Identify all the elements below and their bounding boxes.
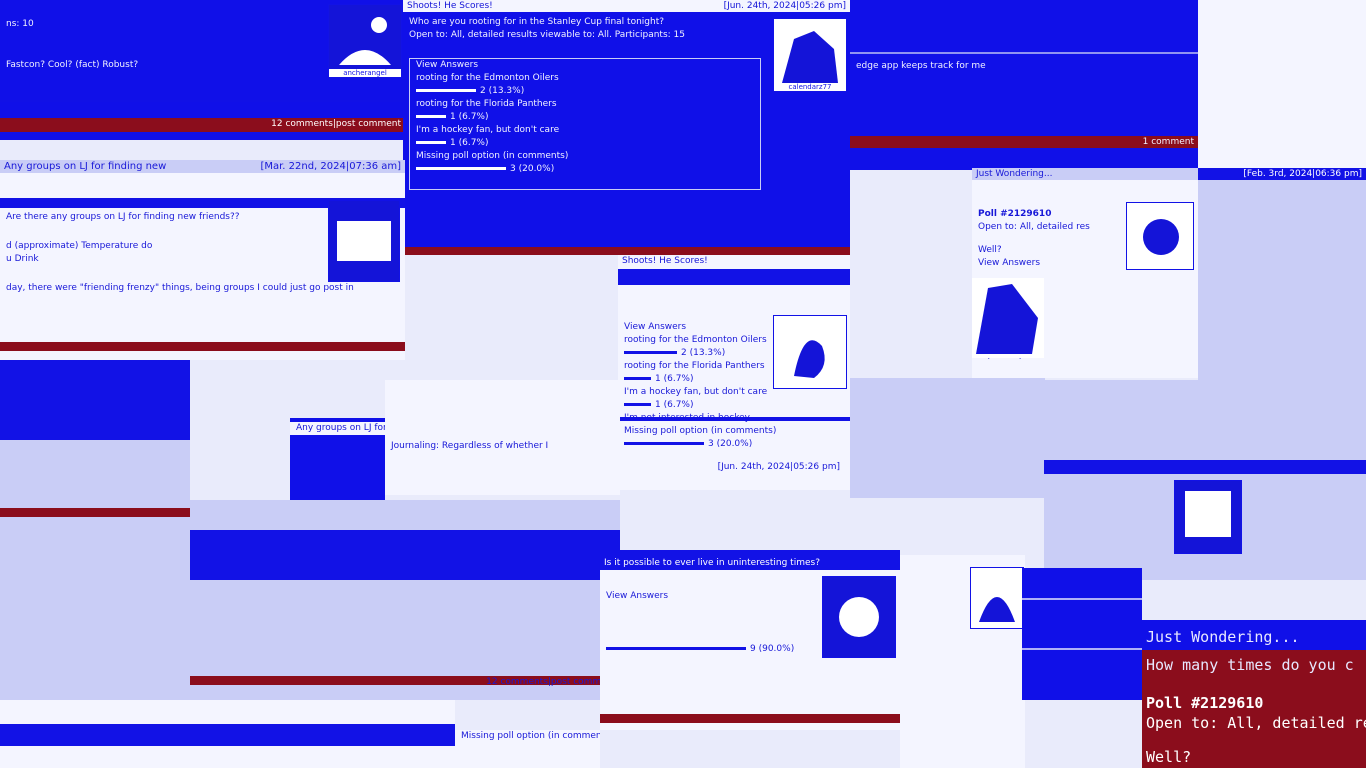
user-avatar[interactable] <box>773 315 847 389</box>
user-avatar[interactable] <box>1126 202 1194 270</box>
footer-bar: 12 comments|post comment <box>0 118 405 132</box>
footer-bar: 12 comments|post comment <box>190 676 620 687</box>
mini-screen <box>1022 568 1142 700</box>
poll-number: Poll #2129610 <box>1146 694 1264 712</box>
post-top-left: ns: 10 Fastcon? Cool? (fact) Robust? 12 … <box>0 0 405 140</box>
post-shoots: Shoots! He Scores! [Jun. 24th, 2024|05:2… <box>403 0 850 255</box>
post-title[interactable]: Just Wondering... <box>1142 620 1366 648</box>
divider <box>618 417 850 421</box>
post-groups-small: Any groups on LJ for finding new <box>290 418 385 508</box>
post-text: day, there were "friending frenzy" thing… <box>6 283 354 293</box>
poll-result: 3 (20.0%) <box>410 163 760 176</box>
post-left-lower <box>0 360 190 700</box>
header-bar <box>1044 460 1366 474</box>
user-avatar[interactable]: ancherangel <box>328 4 402 78</box>
post-title[interactable]: Is it possible to ever live in uninteres… <box>600 557 824 569</box>
post-text: edge app keeps track for me <box>856 61 986 71</box>
footer-bar <box>600 714 900 723</box>
poll-option: Missing poll option (in comments) <box>624 426 777 436</box>
post-title[interactable]: Shoots! He Scores! <box>622 256 708 266</box>
divider <box>850 52 1198 54</box>
post-title-bar: Shoots! He Scores! [Jun. 24th, 2024|05:2… <box>403 0 850 12</box>
poll-bar <box>416 167 506 170</box>
poll-box: View Answers rooting for the Edmonton Oi… <box>409 58 761 190</box>
post-title-bar: Just Wondering... <box>1142 620 1366 650</box>
header-bar <box>618 269 850 285</box>
post-title[interactable]: Just Wondering... <box>976 169 1052 179</box>
post-lower-right <box>900 555 1025 768</box>
post-date: [Jun. 24th, 2024|05:26 pm] <box>723 1 846 11</box>
post-wondering-preview: [Feb. 3rd, 2024|06:36 pm] <box>1198 0 1366 180</box>
comments-link[interactable]: 12 comments|post comment <box>267 118 405 130</box>
poll-result: 2 (13.3%) <box>410 85 760 98</box>
poll-question: Well? <box>1146 748 1192 766</box>
footer-bar <box>403 247 850 255</box>
poll-open: Open to: All, detailed res <box>1146 714 1366 732</box>
post-lower-center: day, there were "friending frenzy" thing… <box>190 500 620 700</box>
header-bar <box>0 360 190 440</box>
comments-link[interactable]: 1 comment <box>1139 136 1198 148</box>
post-groups: Any groups on LJ for finding new [Mar. 2… <box>0 160 405 360</box>
post-text: [Jun. 24th, 2024|05:26 pm] <box>717 462 840 472</box>
poll-option: Missing poll option (in comments) <box>461 731 600 741</box>
footer-bar <box>0 508 190 517</box>
poll-option: I'm a hockey fan, but don't care <box>416 125 560 135</box>
divider <box>0 100 405 102</box>
avatar-username: calendarz77 <box>774 83 846 91</box>
poll-option: Missing poll option (in comments) <box>416 151 569 161</box>
post-date: [Feb. 3rd, 2024|06:36 pm] <box>1243 169 1362 179</box>
post-bottom-mid: Missing poll option (in comments) <box>455 730 600 768</box>
post-title[interactable]: Shoots! He Scores! <box>407 1 493 11</box>
post-middle <box>850 378 1045 498</box>
poll-result: 1 (6.7%) <box>410 111 760 124</box>
poll-bar <box>606 647 746 650</box>
post-title-bar: Shoots! He Scores! <box>618 255 850 267</box>
post-journaling: Journaling: Regardless of whether I <box>385 380 620 495</box>
avatar-block <box>972 278 1044 358</box>
user-avatar[interactable]: calendarz77 <box>773 18 847 92</box>
poll-option: rooting for the Edmonton Oilers <box>416 73 559 83</box>
post-wondering-zoom: Just Wondering... How many times do you … <box>1142 620 1366 768</box>
post-bottom-left <box>0 700 455 768</box>
poll-result: 1 (6.7%) <box>618 399 850 412</box>
post-right-lower <box>1044 380 1366 580</box>
footer-bar: 1 comment <box>850 136 1198 148</box>
poll-bar <box>416 141 446 144</box>
user-avatar[interactable] <box>972 278 1044 358</box>
divider <box>1022 598 1142 600</box>
poll-bar <box>416 89 476 92</box>
post-title[interactable]: Any groups on LJ for finding new <box>290 422 385 435</box>
post-title-bar: Any groups on LJ for finding new [Mar. 2… <box>0 160 405 173</box>
view-answers-link[interactable]: View Answers <box>410 59 760 72</box>
user-avatar[interactable] <box>328 200 400 282</box>
header-bar: Is it possible to ever live in uninteres… <box>600 550 900 570</box>
poll-bar <box>624 377 651 380</box>
user-avatar[interactable] <box>970 567 1024 629</box>
post-title-bar: Just Wondering... <box>972 168 1198 180</box>
poll-bar <box>624 442 704 445</box>
header-bar <box>190 530 620 580</box>
post-top-right: edge app keeps track for me 1 comment <box>850 0 1198 170</box>
post-title[interactable]: Any groups on LJ for finding new <box>4 161 166 172</box>
poll-question: How many times do you c <box>1146 656 1354 674</box>
footer-bar <box>0 342 405 351</box>
poll-bar <box>624 351 677 354</box>
divider <box>1022 648 1142 650</box>
user-avatar[interactable] <box>1174 480 1242 554</box>
poll-bar <box>416 115 446 118</box>
poll-option: rooting for the Florida Panthers <box>416 99 557 109</box>
user-avatar[interactable] <box>822 576 896 658</box>
post-ever: Is it possible to ever live in uninteres… <box>600 550 900 730</box>
poll-bar <box>624 403 651 406</box>
post-shoots-copy: Shoots! He Scores! View Answers rooting … <box>618 255 850 490</box>
header-bar <box>0 724 455 746</box>
header-bar: [Feb. 3rd, 2024|06:36 pm] <box>1198 168 1366 180</box>
post-text: Journaling: Regardless of whether I <box>391 441 549 451</box>
poll-result: 1 (6.7%) <box>410 137 760 150</box>
poll-result: 3 (20.0%) <box>618 438 850 451</box>
avatar-username: ancherangel <box>329 69 401 77</box>
post-date: [Mar. 22nd, 2024|07:36 am] <box>260 161 401 172</box>
